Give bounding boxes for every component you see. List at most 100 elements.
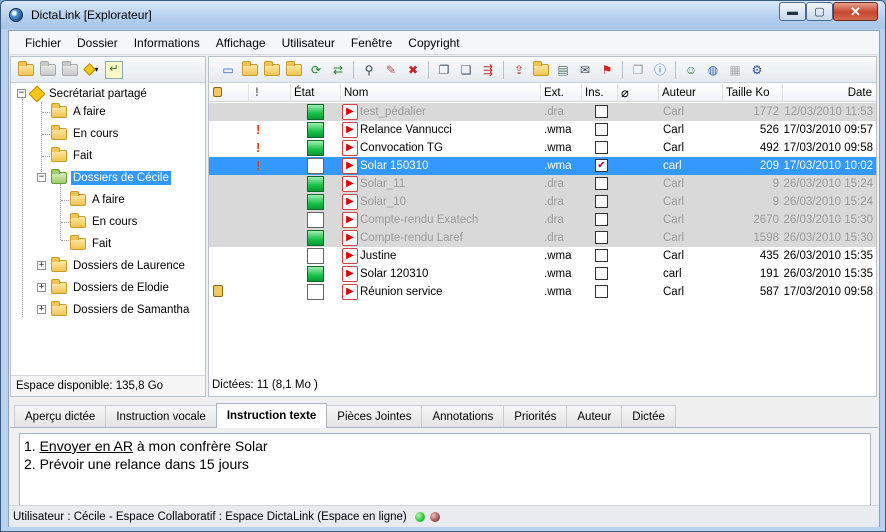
- copy-to-folder-icon[interactable]: [285, 60, 303, 79]
- edit-icon[interactable]: ✎: [382, 61, 400, 79]
- table-row[interactable]: ▶ Solar_11 .dra Carl 9 26/03/2010 15:24: [209, 175, 876, 193]
- column-ext[interactable]: Ext.: [541, 84, 582, 102]
- tab-pieces-jointes[interactable]: Pièces Jointes: [326, 405, 423, 427]
- tree-node-dossiers-de-elodie[interactable]: Dossiers de Elodie: [51, 279, 171, 297]
- tree-node-dossiers-de-cecile[interactable]: Dossiers de Cécile: [51, 169, 171, 187]
- table-row[interactable]: ▶ Réunion service .wma Carl 587 17/03/2010 09…: [209, 283, 876, 301]
- open-folder-icon[interactable]: [241, 60, 259, 79]
- column-taille[interactable]: Taille Ko: [723, 84, 783, 102]
- expand-toggle-icon[interactable]: +: [37, 261, 46, 270]
- ins-checkbox[interactable]: [595, 195, 608, 208]
- refresh-icon[interactable]: ⟳: [307, 61, 325, 79]
- menu-fenetre[interactable]: Fenêtre: [343, 32, 400, 54]
- tree-node-cecile-fait[interactable]: Fait: [70, 235, 113, 253]
- table-row[interactable]: ▶ Compte-rendu Laref .dra Carl 1598 26/03/201…: [209, 229, 876, 247]
- settings-icon[interactable]: ⚙: [748, 61, 766, 79]
- table-row[interactable]: ▶ Solar_10 .dra Carl 9 26/03/2010 15:24: [209, 193, 876, 211]
- column-etat[interactable]: État: [291, 84, 341, 102]
- globe-icon[interactable]: ◍: [704, 61, 722, 79]
- tree-node-dossiers-de-laurence[interactable]: Dossiers de Laurence: [51, 257, 187, 275]
- column-attachments[interactable]: ⌀: [618, 84, 659, 102]
- ins-checkbox[interactable]: [595, 213, 608, 226]
- tree-node-dossiers-de-samantha[interactable]: Dossiers de Samantha: [51, 301, 191, 319]
- maximize-button[interactable]: ▢: [806, 2, 833, 21]
- table-row[interactable]: ! ▶ Solar 150310 .wma ✔ carl 209 17/03/2010 10:…: [209, 157, 876, 175]
- tree-node-a-faire[interactable]: A faire: [51, 103, 108, 121]
- new-dictation-icon[interactable]: ▭: [219, 61, 237, 79]
- ins-checkbox[interactable]: ✔: [595, 159, 608, 172]
- delete-folder-icon[interactable]: [61, 60, 79, 79]
- tree-node-fait[interactable]: Fait: [51, 147, 94, 165]
- tree-node-en-cours[interactable]: En cours: [51, 125, 120, 143]
- notes-icon[interactable]: ▦: [726, 61, 744, 79]
- ins-checkbox[interactable]: [595, 285, 608, 298]
- cell-name: test_pédalier: [360, 106, 426, 118]
- column-priority[interactable]: !: [249, 84, 291, 102]
- column-date[interactable]: Date: [783, 84, 876, 102]
- properties-icon[interactable]: ❒: [629, 61, 647, 79]
- offline-status-icon: [430, 512, 440, 522]
- column-nom[interactable]: Nom: [341, 84, 541, 102]
- sync-all-icon[interactable]: ⇄: [329, 61, 347, 79]
- column-ins[interactable]: Ins.: [582, 84, 618, 102]
- tab-auteur[interactable]: Auteur: [566, 405, 623, 427]
- collapse-toggle-icon[interactable]: −: [37, 173, 46, 182]
- tab-priorites[interactable]: Priorités: [503, 405, 568, 427]
- tree-node-cecile-en-cours[interactable]: En cours: [70, 213, 139, 231]
- ins-checkbox[interactable]: [595, 177, 608, 190]
- menu-affichage[interactable]: Affichage: [208, 32, 274, 54]
- sync-icon[interactable]: ↵: [105, 60, 123, 79]
- archive-icon[interactable]: ▤: [554, 61, 572, 79]
- table-row[interactable]: ▶ Justine .wma Carl 435 26/03/2010 15:35: [209, 247, 876, 265]
- export-icon[interactable]: ⇪: [510, 61, 528, 79]
- mail-icon[interactable]: ✉: [576, 61, 594, 79]
- info-icon[interactable]: ⓘ: [651, 61, 669, 79]
- upload-icon[interactable]: [532, 60, 550, 79]
- ins-checkbox[interactable]: [595, 141, 608, 154]
- ins-checkbox[interactable]: [595, 105, 608, 118]
- menu-dossier[interactable]: Dossier: [69, 32, 126, 54]
- new-folder-icon[interactable]: [17, 60, 35, 79]
- cell-size: 209: [759, 160, 779, 172]
- expand-toggle-icon[interactable]: +: [37, 283, 46, 292]
- table-row[interactable]: ! ▶ Relance Vannucci .wma Carl 526 17/03/2010 …: [209, 121, 876, 139]
- expand-toggle-icon[interactable]: +: [37, 305, 46, 314]
- audio-file-icon: ▶: [342, 266, 358, 282]
- search-icon[interactable]: ⚲: [360, 61, 378, 79]
- transfer-icon[interactable]: ⇶: [479, 61, 497, 79]
- tab-apercu-dictee[interactable]: Aperçu dictée: [14, 405, 107, 427]
- ins-checkbox[interactable]: [595, 249, 608, 262]
- tab-instruction-texte[interactable]: Instruction texte: [215, 403, 328, 428]
- copy-icon[interactable]: ❐: [435, 61, 453, 79]
- column-auteur[interactable]: Auteur: [659, 84, 723, 102]
- ins-checkbox[interactable]: [595, 267, 608, 280]
- close-button[interactable]: ✕: [833, 2, 878, 21]
- menu-informations[interactable]: Informations: [126, 32, 208, 54]
- ins-checkbox[interactable]: [595, 123, 608, 136]
- collapse-toggle-icon[interactable]: −: [17, 89, 26, 98]
- duplicate-icon[interactable]: ❏: [457, 61, 475, 79]
- dictalink-app-icon[interactable]: [9, 8, 23, 22]
- table-row[interactable]: ! ▶ Convocation TG .wma Carl 492 17/03/2010 09…: [209, 139, 876, 157]
- minimize-button[interactable]: ▬: [779, 2, 806, 21]
- flag-icon[interactable]: ⚑: [598, 61, 616, 79]
- shared-space-icon[interactable]: ▾: [83, 61, 101, 79]
- tab-dictee[interactable]: Dictée: [621, 405, 676, 427]
- menu-copyright[interactable]: Copyright: [400, 32, 467, 54]
- menu-fichier[interactable]: Fichier: [17, 32, 69, 54]
- tab-instruction-vocale[interactable]: Instruction vocale: [105, 405, 217, 427]
- move-to-folder-icon[interactable]: [263, 60, 281, 79]
- title-bar[interactable]: DictaLink [Explorateur] ▬ ▢ ✕: [1, 1, 885, 29]
- ins-checkbox[interactable]: [595, 231, 608, 244]
- edit-folder-icon[interactable]: [39, 60, 57, 79]
- table-row[interactable]: ▶ test_pédalier .dra Carl 1772 12/03/2010 11:…: [209, 103, 876, 121]
- column-lock[interactable]: [209, 84, 249, 102]
- table-row[interactable]: ▶ Solar 120310 .wma carl 191 26/03/2010 15:35: [209, 265, 876, 283]
- menu-utilisateur[interactable]: Utilisateur: [274, 32, 343, 54]
- tab-annotations[interactable]: Annotations: [421, 405, 505, 427]
- tree-node-root[interactable]: Secrétariat partagé: [28, 85, 149, 103]
- tree-node-cecile-a-faire[interactable]: A faire: [70, 191, 127, 209]
- delete-icon[interactable]: ✖: [404, 61, 422, 79]
- table-row[interactable]: ▶ Compte-rendu Exatech .dra Carl 2670 26/03/2…: [209, 211, 876, 229]
- users-icon[interactable]: ☺: [682, 61, 700, 79]
